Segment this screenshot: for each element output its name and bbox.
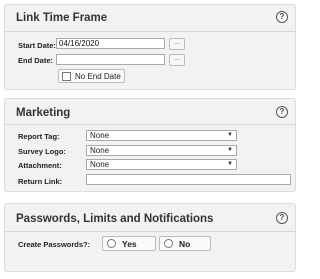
start-date-label: Start Date: <box>18 41 56 50</box>
no-end-date-checkbox[interactable]: No End Date <box>58 69 125 83</box>
survey-logo-value: None <box>90 146 110 155</box>
report-tag-select[interactable]: None ▼ <box>86 130 237 141</box>
panel-divider <box>5 31 295 32</box>
passwords-panel: Passwords, Limits and Notifications ? Cr… <box>4 203 296 272</box>
checkbox-icon[interactable] <box>62 71 71 81</box>
report-tag-label: Report Tag: <box>18 132 60 141</box>
attachment-select[interactable]: None ▼ <box>86 159 237 170</box>
panel-divider <box>5 124 295 125</box>
survey-logo-label: Survey Logo: <box>18 147 66 156</box>
marketing-title: Marketing <box>16 107 71 119</box>
chevron-down-icon: ▼ <box>227 161 233 167</box>
yes-radio-button[interactable]: Yes <box>102 236 156 251</box>
attachment-label: Attachment: <box>18 161 62 170</box>
end-date-label: End Date: <box>18 56 54 65</box>
end-date-calendar-button[interactable]: ... <box>169 54 185 66</box>
end-date-field[interactable] <box>56 54 165 65</box>
link-time-frame-title: Link Time Frame <box>16 12 108 24</box>
report-tag-value: None <box>90 131 110 140</box>
marketing-panel: Marketing ? Report Tag: None ▼ Survey Lo… <box>4 98 296 192</box>
yes-label: Yes <box>122 238 137 249</box>
no-label: No <box>179 238 191 249</box>
no-radio-button[interactable]: No <box>159 236 211 251</box>
chevron-down-icon: ▼ <box>227 132 233 138</box>
start-date-calendar-button[interactable]: ... <box>169 38 185 50</box>
no-end-date-label: No End Date <box>75 71 121 81</box>
help-icon[interactable]: ? <box>276 106 288 118</box>
create-passwords-label: Create Passwords?: <box>18 240 91 249</box>
attachment-value: None <box>90 160 110 169</box>
panel-divider <box>5 231 295 232</box>
return-link-label: Return Link: <box>18 177 63 186</box>
chevron-down-icon: ▼ <box>227 147 233 153</box>
survey-logo-select[interactable]: None ▼ <box>86 145 237 156</box>
radio-icon[interactable] <box>164 239 173 248</box>
help-icon[interactable]: ? <box>276 11 288 23</box>
radio-icon[interactable] <box>107 239 116 248</box>
return-link-field[interactable] <box>86 174 291 185</box>
start-date-field[interactable]: 04/16/2020 <box>56 38 165 49</box>
help-icon[interactable]: ? <box>276 212 288 224</box>
link-time-frame-panel: Link Time Frame ? Start Date: 04/16/2020… <box>4 4 296 90</box>
passwords-title: Passwords, Limits and Notifications <box>16 213 214 225</box>
